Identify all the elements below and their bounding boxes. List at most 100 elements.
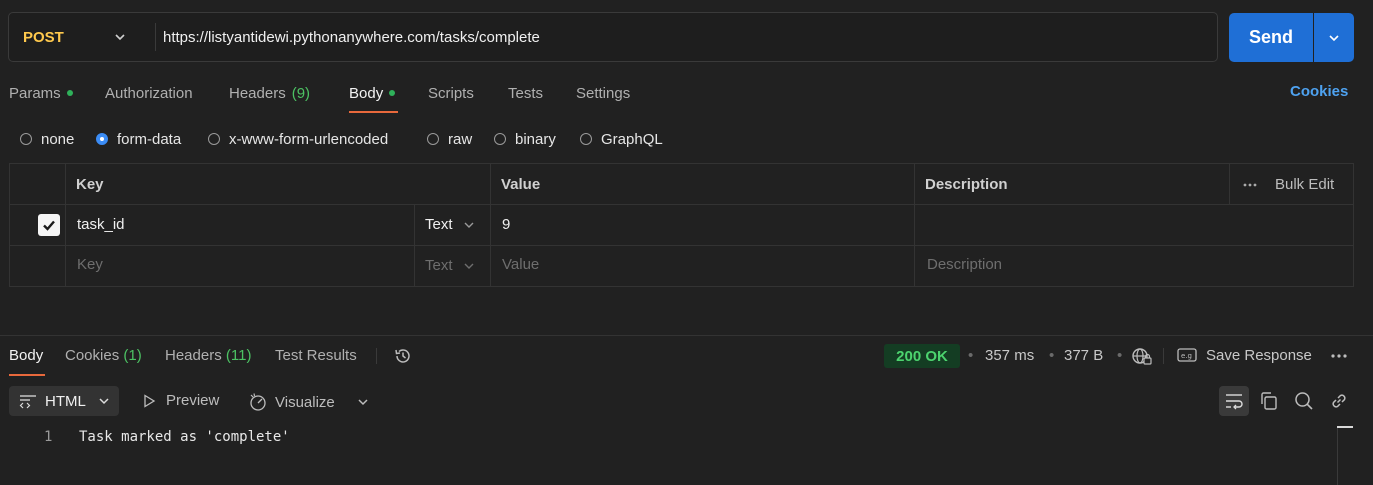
type-select[interactable]: Text [425,216,475,233]
search-icon[interactable] [1294,391,1314,411]
radio-urlencoded[interactable]: x-www-form-urlencoded [208,129,388,149]
url-bar: POST https://listyantidewi.pythonanywher… [8,12,1218,62]
type-select[interactable]: Text [425,257,475,274]
cookies-link[interactable]: Cookies [1290,83,1348,100]
tab-label: Tests [508,84,544,102]
radio-none[interactable]: none [20,129,74,149]
radio-raw[interactable]: raw [427,129,472,149]
chevron-down-icon[interactable] [356,395,370,409]
table-divider [414,205,415,287]
key-input[interactable]: task_id [77,216,125,233]
tab-label: Body [349,84,384,102]
wrap-icon [1226,394,1243,410]
tab-label: Headers [229,84,286,102]
tab-label: Settings [576,84,631,102]
pane-divider[interactable] [0,335,1373,336]
radio-form-data[interactable]: form-data [96,129,181,149]
table-divider [914,163,915,287]
format-select[interactable]: HTML [9,386,119,416]
response-tab-test-results[interactable]: Test Results [275,347,357,364]
more-icon[interactable] [1330,353,1348,359]
description-input-placeholder[interactable]: Description [927,256,1002,273]
value-input[interactable]: 9 [502,216,510,233]
copy-icon[interactable] [1259,391,1279,411]
line-number: 1 [44,429,53,445]
link-icon[interactable] [1329,391,1349,411]
response-tab-cookies[interactable]: Cookies (1) [65,347,142,364]
form-data-table [9,163,1354,287]
visualize-label: Visualize [275,393,335,411]
tab-label: Headers [165,347,222,364]
divider [376,348,377,364]
save-response-button[interactable]: Save Response [1206,347,1312,364]
tab-tests[interactable]: Tests [508,83,543,103]
tab-settings[interactable]: Settings [576,83,630,103]
value-input-placeholder[interactable]: Value [502,256,539,273]
check-icon [43,220,55,231]
method-select[interactable]: POST [23,13,64,61]
tab-label: Params [9,84,61,102]
tab-label: Scripts [428,84,474,102]
url-input[interactable]: https://listyantidewi.pythonanywhere.com… [163,13,540,61]
key-input-placeholder[interactable]: Key [77,256,103,273]
tab-headers[interactable]: Headers (9) [229,83,310,103]
response-time[interactable]: 357 ms [985,347,1034,364]
separator-dot: • [1117,347,1123,364]
radio-circle [20,133,32,145]
divider [1163,348,1164,364]
type-label: Text [425,216,453,233]
chevron-down-icon [464,222,474,228]
table-divider [1229,163,1230,204]
status-badge[interactable]: 200 OK [884,344,960,368]
radio-label: binary [515,130,556,148]
tab-body[interactable]: Body [349,83,396,103]
radio-label: form-data [117,130,182,148]
send-dropdown-button[interactable] [1314,13,1354,62]
status-dot [66,90,73,96]
play-icon [144,393,156,408]
visualize-button[interactable]: Visualize [248,392,335,412]
chevron-down-icon[interactable] [113,30,127,44]
globe-lock-icon[interactable] [1131,346,1153,366]
count-badge: (11) [225,347,252,364]
response-size[interactable]: 377 B [1064,347,1103,364]
scrollbar-marker [1337,426,1353,428]
status-dot [389,90,396,96]
column-header-value: Value [501,176,541,193]
save-icon[interactable]: e.g [1177,347,1197,363]
divider [155,23,156,51]
response-body-line[interactable]: Task marked as 'complete' [79,429,290,445]
radio-label: raw [448,130,473,148]
send-button[interactable]: Send [1229,13,1313,62]
radio-binary[interactable]: binary [494,129,556,149]
row-checkbox[interactable] [38,214,60,236]
scrollbar[interactable] [1337,428,1338,485]
response-tab-headers[interactable]: Headers (11) [165,347,251,364]
tab-scripts[interactable]: Scripts [428,83,474,103]
radio-circle [580,133,592,145]
ellipsis-icon[interactable] [1243,182,1257,188]
wrap-lines-button[interactable] [1219,386,1249,416]
count-badge: (1) [123,347,142,364]
preview-label: Preview [166,392,220,409]
table-divider [9,204,1354,205]
chevron-down-icon [99,398,109,405]
tab-label: Cookies [65,347,120,364]
response-tab-body[interactable]: Body [9,347,43,364]
preview-button[interactable]: Preview [141,392,219,409]
tab-params[interactable]: Params [9,83,73,103]
table-divider [9,245,1354,246]
column-header-key: Key [76,176,104,193]
separator-dot: • [1049,347,1055,364]
active-tab-indicator [9,374,45,376]
radio-graphql[interactable]: GraphQL [580,129,663,149]
bulk-edit-button[interactable]: Bulk Edit [1275,176,1334,193]
radio-label: GraphQL [601,130,663,148]
history-icon[interactable] [393,346,413,366]
svg-text:e.g: e.g [1181,352,1192,360]
radio-label: none [41,130,75,148]
column-header-description: Description [925,176,1008,193]
radio-circle [494,133,506,145]
tab-authorization[interactable]: Authorization [105,83,193,103]
table-divider [65,163,66,287]
